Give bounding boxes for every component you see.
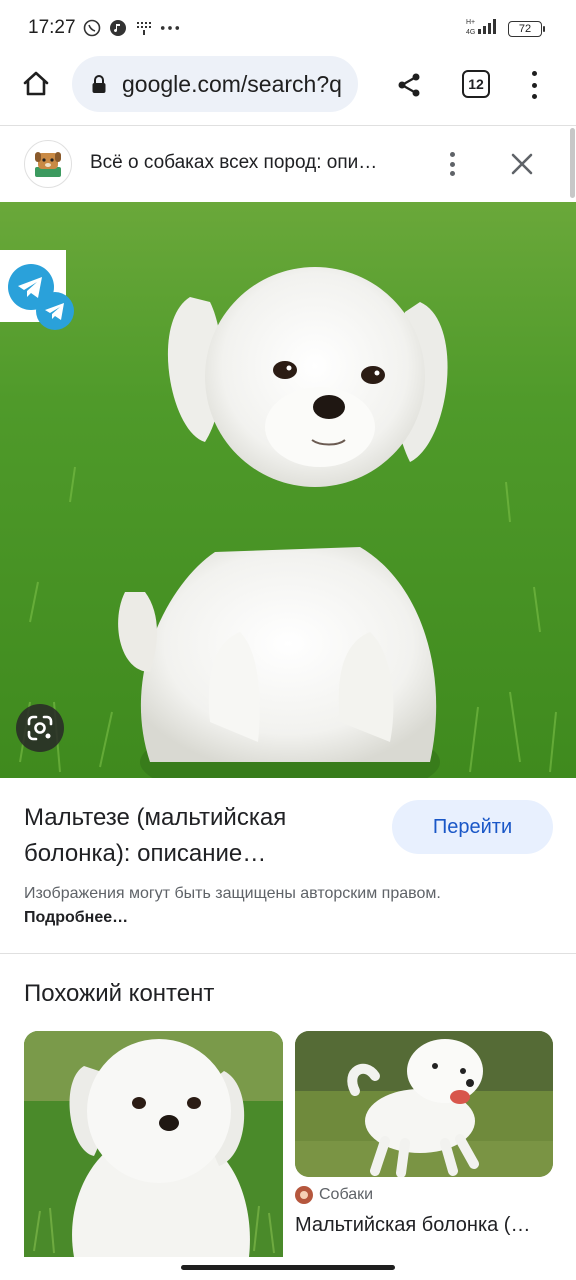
close-button[interactable] <box>506 148 538 180</box>
home-icon <box>23 71 49 96</box>
battery-indicator: 72 <box>508 20 545 37</box>
more-vert-icon[interactable] <box>524 68 544 102</box>
browser-toolbar: google.com/search?q 12 <box>0 56 576 126</box>
similar-card-image[interactable] <box>24 1031 283 1257</box>
dotted-grid-icon <box>134 18 154 38</box>
similar-card-source-name: Собаки <box>319 1186 374 1203</box>
status-bar: 17:27 H+ 4G 72 <box>0 0 576 56</box>
copyright-text: Изображения могут быть защищены авторски… <box>24 885 441 902</box>
share-button[interactable] <box>392 68 426 102</box>
similar-card-image[interactable] <box>295 1031 553 1177</box>
main-image[interactable] <box>0 202 576 778</box>
address-bar[interactable]: google.com/search?q <box>72 56 358 112</box>
lock-icon[interactable] <box>90 73 108 95</box>
signal-icon: H+ 4G <box>466 16 502 41</box>
copyright-notice: Изображения могут быть защищены авторски… <box>24 882 464 930</box>
source-more-icon[interactable] <box>446 150 458 178</box>
learn-more-link[interactable]: Подробнее… <box>24 909 128 926</box>
scrollbar-thumb[interactable] <box>570 128 575 198</box>
svg-text:4G: 4G <box>466 29 475 36</box>
similar-content-heading: Похожий контент <box>24 980 215 1007</box>
close-icon <box>511 153 533 175</box>
share-icon <box>398 73 420 97</box>
section-divider <box>0 953 576 954</box>
status-notification-icons <box>82 18 180 38</box>
home-button[interactable] <box>18 66 54 102</box>
url-text[interactable]: google.com/search?q <box>122 71 350 98</box>
lens-button[interactable] <box>16 704 64 752</box>
source-favicon-icon <box>295 1186 313 1204</box>
tabs-switcher-button[interactable]: 12 <box>462 70 490 98</box>
telegram-icon-secondary[interactable] <box>36 292 74 330</box>
viber-icon <box>82 18 102 38</box>
music-icon <box>108 18 128 38</box>
image-source-bar: Всё о собаках всех пород: опи… <box>0 126 576 202</box>
svg-text:H+: H+ <box>466 19 475 26</box>
similar-card-caption[interactable]: Мальтийская болонка (… <box>295 1214 553 1237</box>
result-title[interactable]: Мальтезе (мальтийская болонка): описание… <box>24 800 364 872</box>
more-notifications-icon <box>160 18 180 38</box>
source-site-logo[interactable] <box>24 140 72 188</box>
source-title[interactable]: Всё о собаках всех пород: опи… <box>90 152 420 174</box>
status-time: 17:27 <box>28 17 76 38</box>
similar-card-source[interactable]: Собаки <box>295 1186 373 1204</box>
google-lens-icon <box>27 715 53 741</box>
visit-button[interactable]: Перейти <box>392 800 553 854</box>
status-system-icons: H+ 4G 72 <box>466 16 545 41</box>
gesture-navigation-handle[interactable] <box>181 1265 395 1270</box>
